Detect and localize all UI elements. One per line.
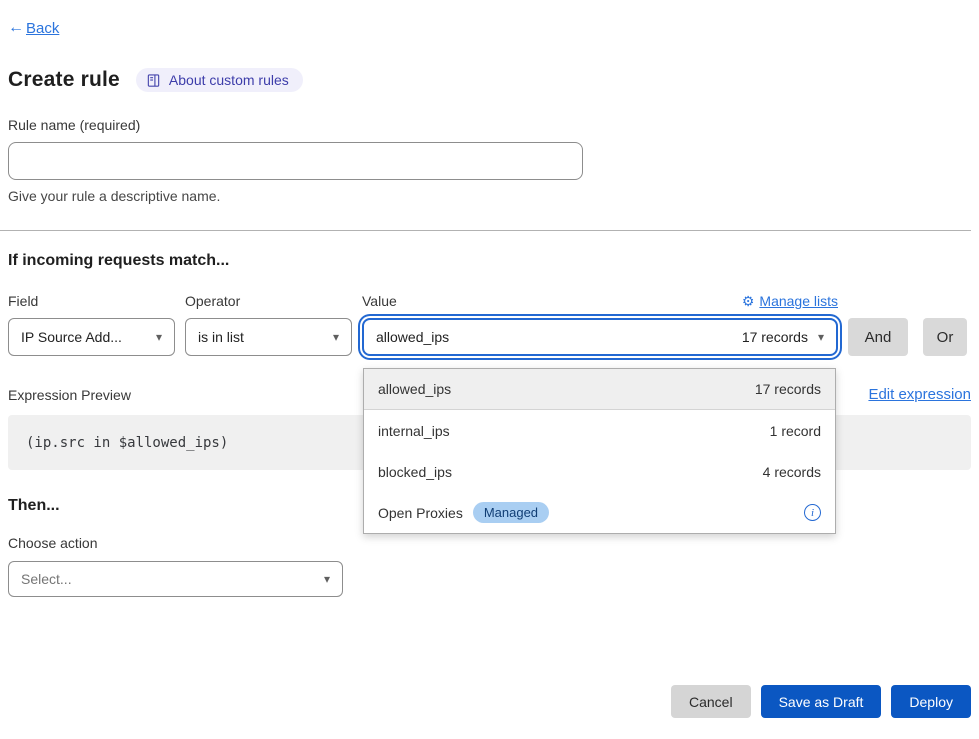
field-label: Field: [8, 293, 185, 309]
info-icon[interactable]: i: [804, 504, 821, 521]
list-name: internal_ips: [378, 423, 450, 439]
manage-lists-link[interactable]: ⚙ Manage lists: [742, 293, 838, 309]
rule-name-label: Rule name (required): [8, 117, 971, 133]
field-select-value: IP Source Add...: [21, 329, 122, 345]
and-button[interactable]: And: [848, 318, 908, 356]
edit-expression-link[interactable]: Edit expression: [868, 386, 971, 403]
back-label: Back: [26, 20, 59, 37]
chevron-down-icon: ▾: [324, 572, 330, 586]
gear-icon: ⚙: [742, 294, 755, 308]
value-select-value: allowed_ips: [376, 329, 449, 345]
book-icon: [146, 73, 161, 88]
operator-select-value: is in list: [198, 329, 244, 345]
list-name: Open Proxies: [378, 505, 463, 521]
about-badge-label: About custom rules: [169, 72, 289, 88]
value-dropdown-panel: allowed_ips 17 records internal_ips 1 re…: [363, 368, 836, 534]
list-records: 4 records: [763, 464, 821, 480]
operator-select[interactable]: is in list ▾: [185, 318, 352, 356]
match-heading: If incoming requests match...: [8, 252, 971, 270]
managed-badge: Managed: [473, 502, 549, 523]
manage-lists-label: Manage lists: [759, 293, 838, 309]
value-label: Value: [362, 293, 397, 309]
list-name: blocked_ips: [378, 464, 452, 480]
list-records: 17 records: [755, 381, 821, 397]
about-custom-rules-link[interactable]: About custom rules: [136, 68, 303, 92]
operator-label: Operator: [185, 293, 362, 309]
save-as-draft-button[interactable]: Save as Draft: [761, 685, 882, 718]
dropdown-item-allowed-ips[interactable]: allowed_ips 17 records: [364, 369, 835, 410]
rule-name-helper: Give your rule a descriptive name.: [8, 188, 971, 204]
expression-code: (ip.src in $allowed_ips): [26, 435, 228, 451]
action-select[interactable]: Select... ▾: [8, 561, 343, 597]
create-rule-page: ← Back Create rule About custom rules Ru…: [0, 0, 979, 739]
dropdown-item-internal-ips[interactable]: internal_ips 1 record: [364, 410, 835, 451]
value-select[interactable]: allowed_ips 17 records ▾: [362, 318, 838, 356]
expression-preview-label: Expression Preview: [8, 387, 131, 403]
back-link[interactable]: ← Back: [8, 19, 59, 37]
value-select-records: 17 records: [742, 329, 808, 345]
action-select-placeholder: Select...: [21, 571, 72, 587]
back-arrow-icon: ←: [8, 19, 24, 37]
or-button[interactable]: Or: [923, 318, 967, 356]
deploy-button[interactable]: Deploy: [891, 685, 971, 718]
field-select[interactable]: IP Source Add... ▾: [8, 318, 175, 356]
chevron-down-icon: ▾: [156, 330, 162, 344]
choose-action-label: Choose action: [8, 535, 971, 551]
dropdown-item-blocked-ips[interactable]: blocked_ips 4 records: [364, 451, 835, 492]
chevron-down-icon: ▾: [818, 330, 824, 344]
list-name: allowed_ips: [378, 381, 451, 397]
dropdown-item-open-proxies[interactable]: Open Proxies Managed i: [364, 492, 835, 533]
chevron-down-icon: ▾: [333, 330, 339, 344]
cancel-button[interactable]: Cancel: [671, 685, 751, 718]
page-title: Create rule: [8, 68, 120, 92]
section-divider: [0, 230, 971, 231]
list-records: 1 record: [770, 423, 821, 439]
rule-name-input[interactable]: [8, 142, 583, 180]
